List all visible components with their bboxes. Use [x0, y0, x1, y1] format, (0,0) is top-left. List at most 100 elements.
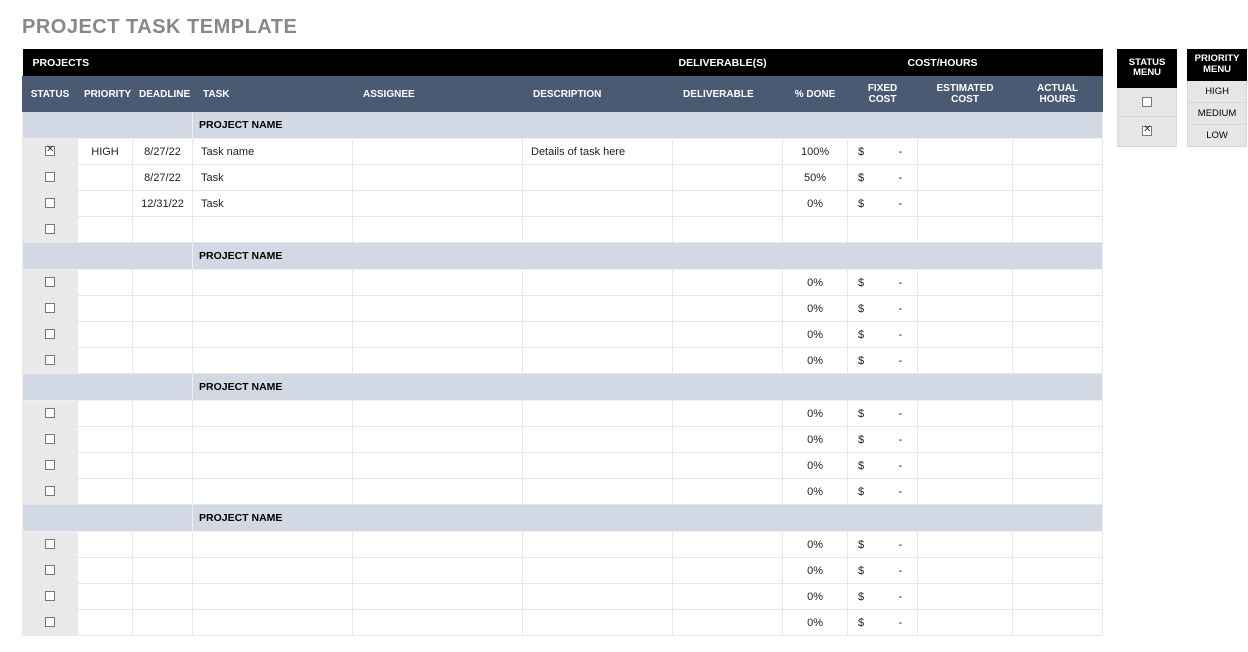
assignee-cell[interactable] [353, 453, 523, 479]
assignee-cell[interactable] [353, 296, 523, 322]
task-cell[interactable]: Task [193, 165, 353, 191]
deadline-cell[interactable] [133, 584, 193, 610]
deliverable-cell[interactable] [673, 558, 783, 584]
actual-hours-cell[interactable] [1013, 191, 1103, 217]
est-cost-cell[interactable] [918, 217, 1013, 243]
deliverable-cell[interactable] [673, 532, 783, 558]
deliverable-cell[interactable] [673, 270, 783, 296]
est-cost-cell[interactable] [918, 584, 1013, 610]
task-cell[interactable] [193, 427, 353, 453]
est-cost-cell[interactable] [918, 348, 1013, 374]
est-cost-cell[interactable] [918, 558, 1013, 584]
priority-cell[interactable] [78, 270, 133, 296]
actual-hours-cell[interactable] [1013, 322, 1103, 348]
est-cost-cell[interactable] [918, 532, 1013, 558]
description-cell[interactable] [523, 296, 673, 322]
status-cell[interactable] [23, 191, 78, 217]
deadline-cell[interactable] [133, 270, 193, 296]
deadline-cell[interactable] [133, 348, 193, 374]
priority-cell[interactable] [78, 453, 133, 479]
pct-done-cell[interactable]: 0% [783, 191, 848, 217]
task-cell[interactable] [193, 584, 353, 610]
priority-menu-item[interactable]: LOW [1188, 124, 1247, 146]
task-cell[interactable] [193, 453, 353, 479]
checkbox-icon[interactable] [45, 539, 55, 549]
deadline-cell[interactable] [133, 532, 193, 558]
task-cell[interactable] [193, 270, 353, 296]
fixed-cost-cell[interactable]: $- [848, 532, 918, 558]
fixed-cost-cell[interactable]: $- [848, 427, 918, 453]
fixed-cost-cell[interactable] [848, 217, 918, 243]
fixed-cost-cell[interactable]: $- [848, 165, 918, 191]
description-cell[interactable] [523, 427, 673, 453]
checkbox-icon[interactable] [45, 277, 55, 287]
task-cell[interactable] [193, 532, 353, 558]
assignee-cell[interactable] [353, 348, 523, 374]
status-cell[interactable] [23, 479, 78, 505]
actual-hours-cell[interactable] [1013, 139, 1103, 165]
checkbox-icon[interactable] [45, 198, 55, 208]
deadline-cell[interactable]: 8/27/22 [133, 139, 193, 165]
task-cell[interactable] [193, 610, 353, 636]
deadline-cell[interactable] [133, 427, 193, 453]
pct-done-cell[interactable]: 0% [783, 584, 848, 610]
deliverable-cell[interactable] [673, 139, 783, 165]
pct-done-cell[interactable]: 0% [783, 532, 848, 558]
fixed-cost-cell[interactable]: $- [848, 348, 918, 374]
pct-done-cell[interactable]: 100% [783, 139, 848, 165]
deadline-cell[interactable] [133, 610, 193, 636]
checkbox-icon[interactable] [45, 486, 55, 496]
fixed-cost-cell[interactable]: $- [848, 270, 918, 296]
actual-hours-cell[interactable] [1013, 270, 1103, 296]
description-cell[interactable] [523, 165, 673, 191]
priority-cell[interactable] [78, 584, 133, 610]
deadline-cell[interactable] [133, 453, 193, 479]
deliverable-cell[interactable] [673, 322, 783, 348]
status-menu-item[interactable] [1118, 117, 1177, 146]
actual-hours-cell[interactable] [1013, 165, 1103, 191]
deliverable-cell[interactable] [673, 217, 783, 243]
description-cell[interactable] [523, 217, 673, 243]
task-cell[interactable] [193, 401, 353, 427]
assignee-cell[interactable] [353, 165, 523, 191]
status-cell[interactable] [23, 453, 78, 479]
task-cell[interactable] [193, 348, 353, 374]
status-cell[interactable] [23, 584, 78, 610]
priority-cell[interactable] [78, 165, 133, 191]
checkbox-icon[interactable] [45, 408, 55, 418]
assignee-cell[interactable] [353, 479, 523, 505]
pct-done-cell[interactable]: 0% [783, 479, 848, 505]
deliverable-cell[interactable] [673, 401, 783, 427]
status-cell[interactable] [23, 217, 78, 243]
task-cell[interactable] [193, 479, 353, 505]
actual-hours-cell[interactable] [1013, 217, 1103, 243]
assignee-cell[interactable] [353, 427, 523, 453]
assignee-cell[interactable] [353, 217, 523, 243]
description-cell[interactable] [523, 270, 673, 296]
task-cell[interactable]: Task name [193, 139, 353, 165]
est-cost-cell[interactable] [918, 453, 1013, 479]
pct-done-cell[interactable]: 0% [783, 427, 848, 453]
description-cell[interactable] [523, 453, 673, 479]
est-cost-cell[interactable] [918, 191, 1013, 217]
fixed-cost-cell[interactable]: $- [848, 453, 918, 479]
pct-done-cell[interactable]: 0% [783, 453, 848, 479]
actual-hours-cell[interactable] [1013, 479, 1103, 505]
pct-done-cell[interactable]: 0% [783, 322, 848, 348]
checkbox-icon[interactable] [45, 460, 55, 470]
fixed-cost-cell[interactable]: $- [848, 296, 918, 322]
task-cell[interactable] [193, 322, 353, 348]
deliverable-cell[interactable] [673, 348, 783, 374]
description-cell[interactable] [523, 191, 673, 217]
status-cell[interactable] [23, 532, 78, 558]
priority-menu-item[interactable]: MEDIUM [1188, 102, 1247, 124]
fixed-cost-cell[interactable]: $- [848, 191, 918, 217]
priority-cell[interactable] [78, 610, 133, 636]
task-cell[interactable]: Task [193, 191, 353, 217]
deliverable-cell[interactable] [673, 427, 783, 453]
est-cost-cell[interactable] [918, 322, 1013, 348]
pct-done-cell[interactable] [783, 217, 848, 243]
est-cost-cell[interactable] [918, 479, 1013, 505]
assignee-cell[interactable] [353, 584, 523, 610]
est-cost-cell[interactable] [918, 427, 1013, 453]
